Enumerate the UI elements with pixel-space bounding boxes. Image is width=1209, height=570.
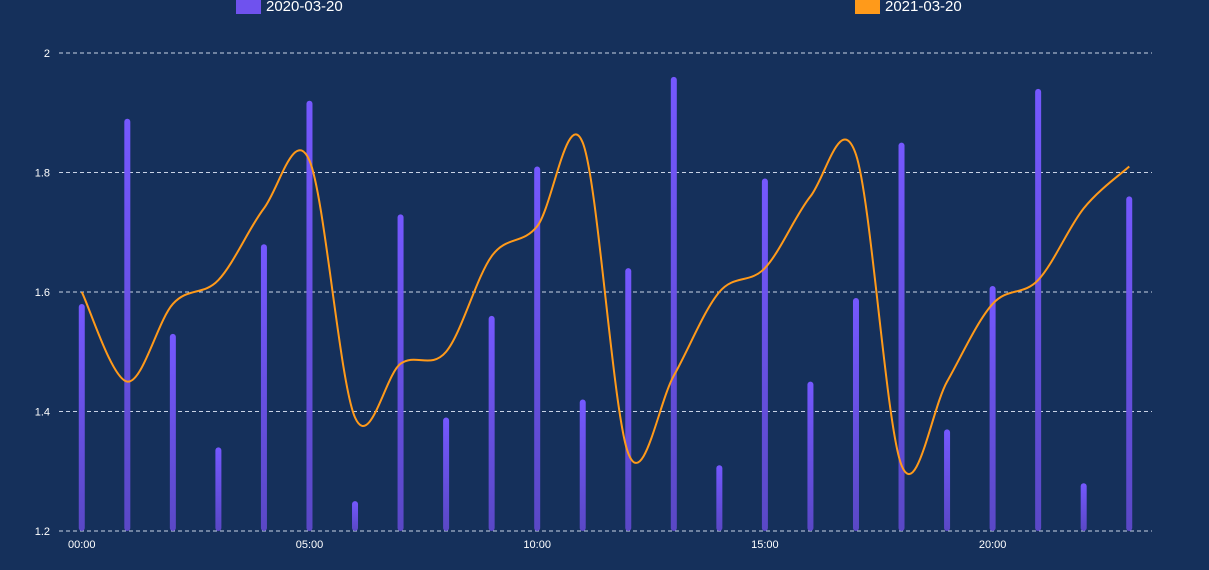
legend-label: 2020-03-20 bbox=[266, 0, 343, 15]
line-series bbox=[80, 133, 1130, 476]
bar bbox=[807, 381, 814, 531]
chart-svg: 1.21.41.61.82 00:00 05:00 10:00 15:00 20:00 … bbox=[35, 0, 1152, 551]
x-axis: 00:00 05:00 10:00 15:00 20:00 bbox=[68, 539, 1006, 551]
bar bbox=[397, 214, 404, 531]
bar bbox=[989, 286, 996, 531]
bar bbox=[944, 429, 951, 531]
x-tick-label: 00:00 bbox=[68, 539, 96, 551]
bar bbox=[852, 297, 859, 531]
bar bbox=[761, 178, 768, 531]
y-tick-label: 1.8 bbox=[35, 168, 50, 180]
bar bbox=[898, 142, 905, 531]
legend: 2020-03-20 2021-03-20 bbox=[236, 0, 962, 15]
x-tick-label: 15:00 bbox=[751, 539, 779, 551]
y-axis: 1.2 1.4 1.6 1.8 2 bbox=[35, 48, 50, 538]
bar bbox=[1126, 196, 1133, 531]
x-tick-label: 20:00 bbox=[979, 539, 1007, 551]
bar bbox=[352, 501, 359, 531]
bar bbox=[670, 76, 677, 532]
bar bbox=[124, 118, 131, 531]
bar bbox=[625, 268, 632, 531]
bar bbox=[716, 465, 723, 531]
y-tick-label: 2 bbox=[44, 48, 50, 60]
bar bbox=[260, 244, 267, 531]
bar bbox=[169, 333, 176, 531]
chart: 1.2 1.4 1.6 1.8 2 00:00 05:00 10:00 15:00 20:00 … bbox=[0, 0, 1209, 570]
x-tick-label: 05:00 bbox=[296, 539, 324, 551]
y-tick-label: 1.6 bbox=[35, 287, 50, 299]
bar bbox=[1080, 483, 1087, 531]
bar bbox=[579, 399, 586, 531]
bar bbox=[1035, 88, 1042, 531]
legend-label: 2021-03-20 bbox=[885, 0, 962, 15]
y-tick-label: 1.2 bbox=[35, 526, 50, 538]
line-path bbox=[80, 133, 1130, 476]
bar bbox=[215, 447, 222, 531]
bar bbox=[443, 417, 450, 531]
bar bbox=[78, 303, 85, 531]
x-tick-label: 10:00 bbox=[523, 539, 551, 551]
y-tick-label: 1.4 bbox=[35, 407, 50, 419]
bar bbox=[488, 315, 495, 531]
legend-swatch bbox=[855, 0, 880, 14]
legend-swatch bbox=[236, 0, 261, 14]
